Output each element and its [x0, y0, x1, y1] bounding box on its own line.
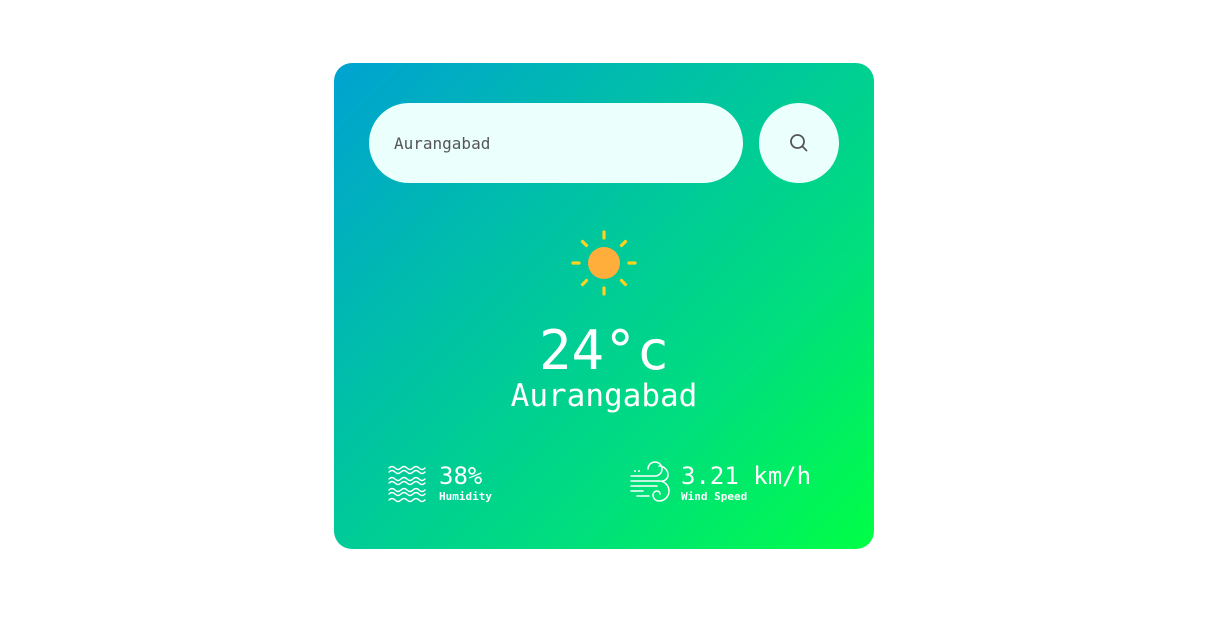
humidity-label: Humidity — [439, 490, 492, 503]
humidity-detail: 38% Humidity — [387, 461, 492, 505]
search-button[interactable] — [759, 103, 839, 183]
humidity-waves-icon — [388, 465, 426, 503]
wind-icon — [630, 461, 670, 502]
weather-card: 24°c Aurangabad 38% Humidity — [334, 63, 874, 549]
wind-detail: 3.21 km/h Wind Speed — [629, 461, 811, 505]
temperature-text: 24°c — [538, 319, 670, 382]
city-name: Aurangabad — [510, 378, 698, 414]
search-icon — [790, 134, 808, 152]
city-search-input[interactable] — [369, 103, 743, 183]
sun-icon — [571, 230, 637, 296]
wind-speed-value: 3.21 km/h — [681, 462, 812, 490]
humidity-value: 38% — [439, 462, 483, 490]
wind-speed-label: Wind Speed — [681, 490, 748, 503]
